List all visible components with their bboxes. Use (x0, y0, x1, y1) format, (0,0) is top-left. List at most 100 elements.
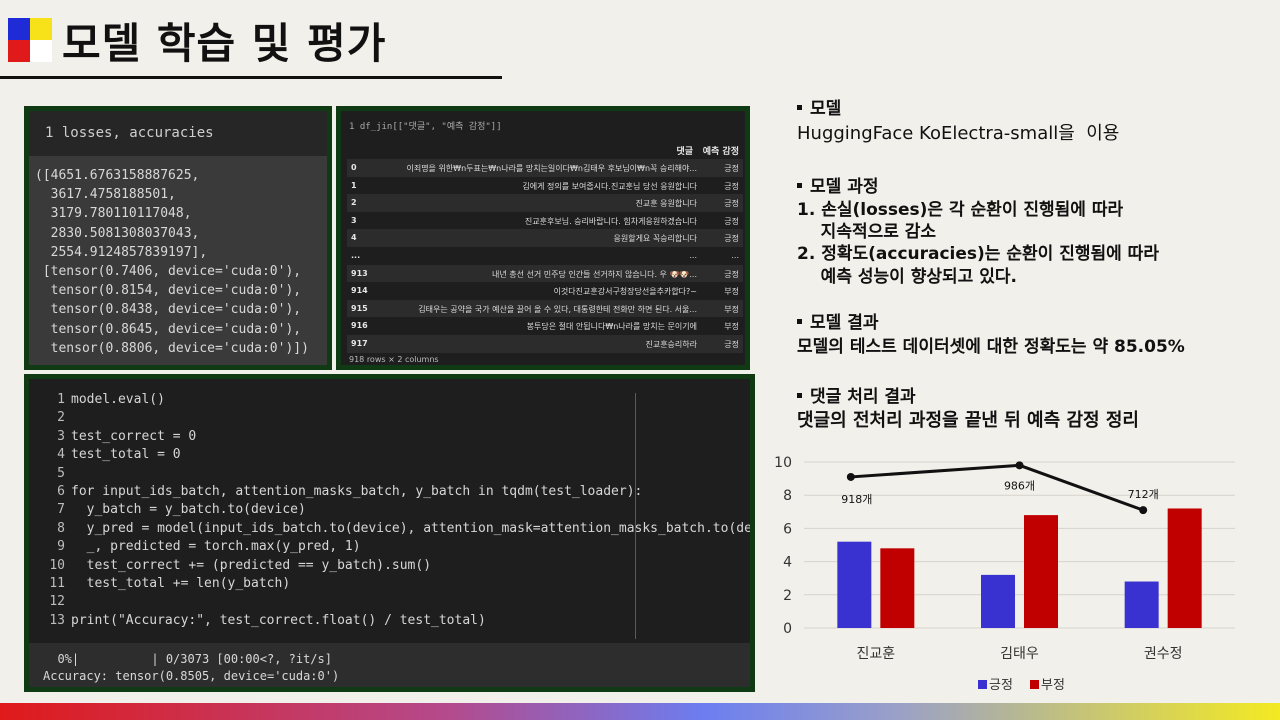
table-row: 4 응원할게요 꼭승리합니다 긍정 (347, 229, 743, 247)
code-text: test_correct += (predicted == y_batch).s… (71, 557, 432, 573)
output-line: 2554.9124857839197], (35, 244, 208, 260)
legend-label: 부정 (1041, 678, 1065, 693)
process-line-3: 2. 정확도(accuracies)는 순환이 진행됨에 따라 (797, 244, 1159, 264)
row-sentiment: ... (731, 250, 739, 260)
table-row: 915 김태우는 공약을 국가 예산을 끌어 올 수 있다, 대통령한테 전화만 … (347, 299, 743, 318)
table-row: 913 내년 총선 선거 민주당 인간들 선거하지 않습니다. 우 🐶🐶... 긍정 (347, 264, 743, 283)
legend-swatch (1030, 680, 1039, 689)
accuracy-output: Accuracy: tensor(0.8505, device='cuda:0'… (43, 669, 340, 683)
line-number: 1 (57, 392, 65, 407)
process-line-2: 지속적으로 감소 (797, 222, 937, 242)
row-index: 3 (351, 215, 357, 225)
section-comment-title: 댓글 처리 결과 (797, 386, 916, 409)
line-number: 3 (57, 428, 65, 444)
output-line: tensor(0.8645, device='cuda:0'), (35, 321, 302, 337)
row-sentiment: 부정 (724, 304, 739, 314)
table-row: 0 이죄명을 위한₩n두표는₩n나라를 망치는일이다₩n김태우 후보님이₩n꼭 승… (347, 159, 743, 177)
row-index: 917 (351, 338, 368, 348)
row-sentiment: 긍정 (724, 339, 739, 349)
output-line: [tensor(0.7406, device='cuda:0'), (35, 264, 302, 280)
code-ruler (635, 393, 636, 639)
comment-count-point (1015, 461, 1024, 470)
row-index: 1 (351, 180, 357, 190)
process-line-4: 예측 성능이 향상되고 있다. (797, 267, 1017, 287)
row-index: 913 (351, 268, 368, 278)
row-comment: 내년 총선 선거 민주당 인간들 선거하지 않습니다. 우 🐶🐶... (492, 269, 697, 279)
line-number: 7 (57, 502, 65, 518)
row-index: 0 (351, 163, 357, 172)
losses-code-cell[interactable]: 1 losses, accuracies (29, 111, 327, 156)
losses-output: ([4651.6763158887625, 3617.4758188501, 3… (29, 156, 327, 365)
comment-count-point (846, 472, 855, 481)
row-comment: 이죄명을 위한₩n두표는₩n나라를 망치는일이다₩n김태우 후보님이₩n꼭 승리… (406, 164, 697, 173)
comment-count-label: 918개 (841, 493, 872, 506)
line-number: 13 (49, 612, 65, 628)
code-line: 4 test_total = 0 (29, 447, 750, 465)
column-header-sentiment: 예측 감정 (702, 147, 739, 157)
evaluation-code-cell[interactable]: 1 model.eval() 2 3 test_correct = 0 4 test_tot… (29, 379, 750, 643)
row-comment: 봉투당은 절대 안됩니다₩n나라를 망치는 문이기에 (526, 322, 697, 332)
code-text: y_batch = y_batch.to(device) (71, 502, 306, 518)
comment-count-label: 712개 (1128, 488, 1159, 501)
line-number: 8 (57, 520, 65, 536)
code-line: 9 _, predicted = torch.max(y_pred, 1) (29, 539, 750, 557)
code-line: 6 for input_ids_batch, attention_masks_ba… (29, 484, 750, 502)
row-index: 914 (351, 286, 368, 296)
page-title: 모델 학습 및 평가 (62, 19, 387, 68)
table-row: ......... (347, 247, 743, 265)
title-divider (0, 76, 502, 79)
section-result-body: 모델의 테스트 데이터셋에 대한 정확도는 약 85.05% (797, 337, 1185, 357)
code-text: test_total = 0 (71, 447, 181, 463)
row-index: 916 (351, 321, 368, 331)
y-tick-label: 0 (783, 621, 792, 637)
line-number: 11 (49, 575, 65, 591)
y-tick-label: 8 (783, 488, 792, 504)
row-sentiment: 부정 (724, 322, 739, 332)
evaluation-code-panel: 1 model.eval() 2 3 test_correct = 0 4 test_tot… (24, 374, 755, 692)
output-line: tensor(0.8438, device='cuda:0'), (35, 302, 302, 318)
line-number: 10 (49, 557, 65, 573)
losses-code-line: 1 losses, accuracies (45, 125, 214, 141)
row-index: ... (351, 250, 361, 260)
table-row-count: 918 rows × 2 columns (349, 355, 439, 364)
comment-count-line (850, 463, 1144, 512)
line-number: 6 (57, 483, 65, 499)
logo (8, 18, 52, 62)
evaluation-output: 0%| | 0/3073 [00:00<?, ?it/s] Accuracy: … (29, 643, 750, 687)
bottom-gradient-bar (0, 703, 1280, 720)
table-header: 댓글 예측 감정 (347, 139, 743, 159)
progress-output: 0%| | 0/3073 [00:00<?, ?it/s] (43, 652, 332, 666)
bar-negative (1167, 508, 1202, 628)
comment-count-label: 986개 (1004, 479, 1035, 492)
section-model-body: HuggingFace KoElectra-small을 이용 (797, 123, 1120, 144)
dataframe-code-line[interactable]: 1 df_jin[["댓글", "예측 감정"]] (349, 119, 502, 132)
table-row: 914 이것다진교훈강서구청장당선을추카합다?~ 부정 (347, 282, 743, 300)
bar-positive (1124, 581, 1159, 628)
code-line: 2 (29, 410, 750, 428)
row-sentiment: 긍정 (724, 216, 739, 226)
dataframe-table: 댓글 예측 감정 0 이죄명을 위한₩n두표는₩n나라를 망치는일이다₩n김태우 … (347, 139, 743, 353)
code-line: 7 y_batch = y_batch.to(device) (29, 502, 750, 520)
line-number: 12 (49, 594, 65, 610)
code-text: _, predicted = torch.max(y_pred, 1) (71, 539, 361, 555)
y-tick-label: 6 (783, 521, 792, 537)
code-text: for input_ids_batch, attention_masks_bat… (71, 483, 643, 499)
row-comment: 진교훈 응원합니다 (635, 199, 697, 209)
row-comment: 김태우는 공약을 국가 예산을 끌어 올 수 있다, 대통령한테 전화만 하면 … (418, 304, 697, 314)
code-text: y_pred = model(input_ids_batch.to(device… (71, 520, 750, 536)
output-line: ([4651.6763158887625, (35, 168, 200, 183)
output-line: 3617.4758188501, (35, 187, 176, 203)
losses-panel: 1 losses, accuracies ([4651.676315888762… (24, 106, 332, 370)
comment-count-point (1139, 506, 1148, 515)
x-category-label: 진교훈 (857, 646, 896, 662)
bar-positive (981, 574, 1015, 628)
line-number: 9 (57, 539, 65, 555)
section-comment-body: 댓글의 전처리 과정을 끝낸 뒤 예측 감정 정리 (797, 410, 1139, 431)
code-line: 3 test_correct = 0 (29, 429, 750, 447)
row-comment: 이것다진교훈강서구청장당선을추카합다?~ (553, 287, 697, 297)
row-index: 2 (351, 198, 357, 208)
process-line-1: 1. 손실(losses)은 각 순환이 진행됨에 따라 (797, 200, 1124, 220)
code-line: 8 y_pred = model(input_ids_batch.to(devi… (29, 521, 750, 539)
column-header-comment: 댓글 (676, 147, 693, 157)
code-text: test_correct = 0 (71, 428, 197, 444)
